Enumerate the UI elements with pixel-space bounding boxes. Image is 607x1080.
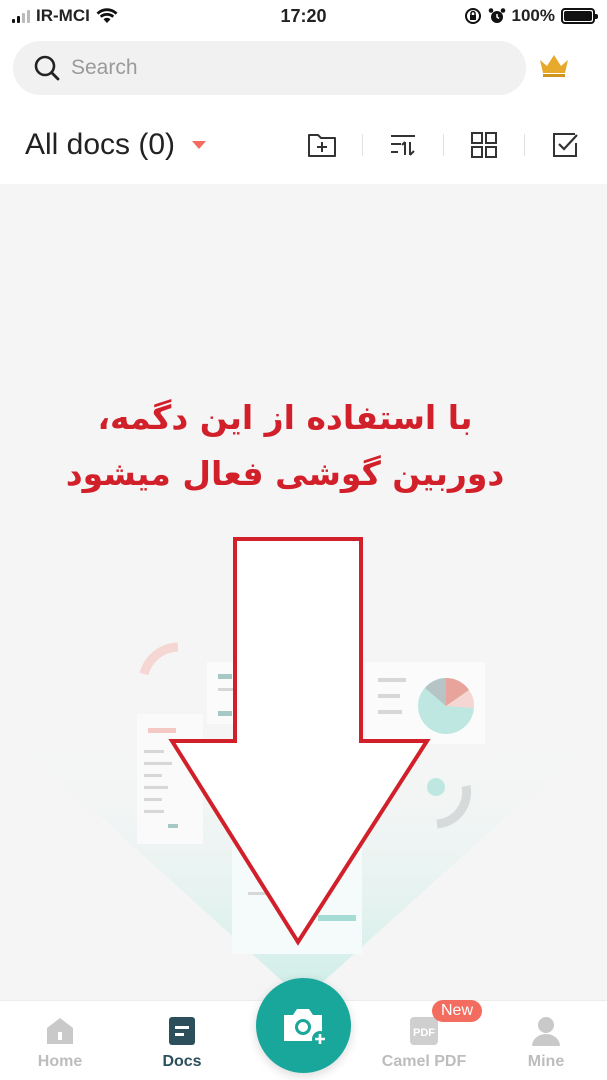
- annotation-line-1: با استفاده از این دگمه،: [97, 398, 473, 437]
- select-button[interactable]: [549, 129, 581, 161]
- toolbar-divider: [524, 134, 525, 156]
- toolbar-divider: [362, 134, 363, 156]
- dropdown-arrow-icon: [192, 141, 207, 149]
- status-right: 100%: [464, 6, 598, 26]
- nav-camel-pdf[interactable]: PDF Camel PDF: [374, 1015, 474, 1071]
- camera-add-icon: [283, 1008, 328, 1047]
- toolbar-divider: [443, 134, 444, 156]
- toolbar-actions: [306, 129, 581, 161]
- nav-home-label: Home: [37, 1053, 83, 1070]
- user-icon: [532, 1017, 560, 1046]
- search-input[interactable]: [71, 56, 491, 80]
- alarm-icon: [488, 8, 505, 23]
- rotation-lock-icon: [464, 8, 481, 24]
- nav-mine[interactable]: Mine: [496, 1015, 596, 1071]
- nav-home[interactable]: Home: [10, 1015, 110, 1071]
- nav-docs-label: Docs: [162, 1053, 202, 1070]
- empty-docs-illustration: [20, 642, 587, 1000]
- page-title: All docs (0): [25, 128, 176, 161]
- camera-button[interactable]: [256, 978, 351, 1073]
- new-folder-icon: [308, 134, 336, 157]
- annotation-line-2: دوربین گوشی فعال میشود: [65, 454, 505, 493]
- search-icon: [34, 55, 60, 81]
- new-folder-button[interactable]: [306, 129, 338, 161]
- search-row: [0, 34, 607, 104]
- battery-icon: [561, 8, 598, 24]
- sort-button[interactable]: [387, 129, 419, 161]
- docs-filter-dropdown[interactable]: All docs (0): [25, 128, 207, 162]
- grid-view-button[interactable]: [468, 129, 500, 161]
- sort-icon: [391, 135, 415, 156]
- search-box[interactable]: [13, 41, 526, 95]
- pdf-icon-text: PDF: [413, 1027, 435, 1039]
- docs-content: با استفاده از این دگمه، دوربین گوشی فعال…: [0, 184, 607, 1000]
- status-bar: IR-MCI 17:20 100%: [0, 0, 607, 34]
- new-badge: New: [432, 1000, 483, 1022]
- crown-icon[interactable]: [538, 52, 570, 78]
- docs-toolbar: All docs (0): [0, 104, 607, 184]
- nav-docs[interactable]: Docs: [132, 1015, 232, 1071]
- grid-view-icon: [471, 132, 497, 158]
- help-annotation: با استفاده از این دگمه، دوربین گوشی فعال…: [60, 390, 510, 502]
- docs-icon: [169, 1017, 195, 1045]
- nav-mine-label: Mine: [527, 1053, 565, 1070]
- home-icon: [47, 1018, 73, 1044]
- pdf-icon: PDF: [410, 1017, 438, 1045]
- nav-camel-pdf-label: Camel PDF: [381, 1053, 467, 1070]
- battery-percent: 100%: [511, 6, 555, 25]
- select-icon: [553, 133, 578, 157]
